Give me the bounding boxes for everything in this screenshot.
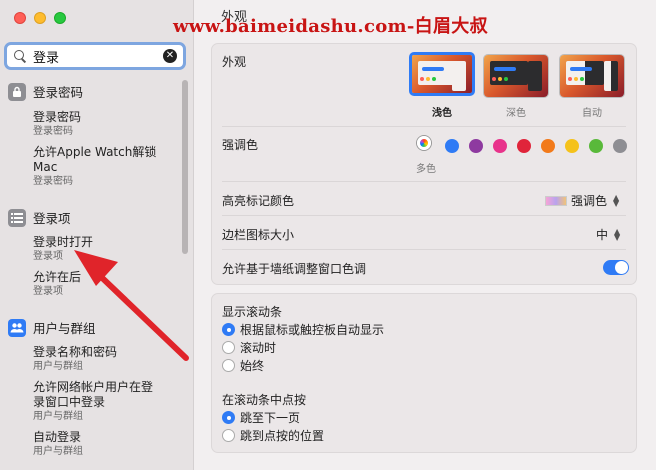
sidebar-result-item[interactable]: 自动登录 用户与群组 bbox=[33, 430, 183, 458]
accent-color-swatch[interactable] bbox=[469, 139, 483, 153]
wallpaper-tint-toggle[interactable] bbox=[603, 260, 629, 275]
radio-label: 根据鼠标或触控板自动显示 bbox=[240, 323, 385, 337]
result-title: 登录时打开 bbox=[33, 235, 94, 249]
sidebar-section-label: 登录项 bbox=[33, 211, 71, 226]
lock-icon bbox=[8, 82, 26, 101]
chevron-updown-icon: ▲ ▼ bbox=[612, 192, 620, 208]
radio-label: 跳至下一页 bbox=[240, 411, 301, 425]
accent-color-swatch[interactable] bbox=[589, 139, 603, 153]
radio-label: 滚动时 bbox=[240, 341, 277, 355]
search-icon bbox=[13, 49, 27, 63]
zoom-window-button[interactable] bbox=[54, 12, 66, 24]
sidebar-section-login-password[interactable]: 登录密码 bbox=[8, 82, 83, 101]
search-field[interactable]: 登录 ✕ bbox=[4, 42, 186, 70]
accent-color-swatch[interactable] bbox=[517, 139, 531, 153]
sidebar-section-users-groups[interactable]: 用户与群组 bbox=[8, 318, 96, 337]
sidebar-result-item[interactable]: 登录名称和密码 用户与群组 bbox=[33, 345, 183, 373]
sidebar-icon-size-label: 边栏图标大小 bbox=[222, 228, 295, 242]
sidebar-section-label: 用户与群组 bbox=[33, 321, 96, 336]
result-subtitle: 登录项 bbox=[33, 251, 63, 262]
highlight-color-label: 高亮标记颜色 bbox=[222, 194, 295, 208]
appearance-dark-thumb[interactable] bbox=[483, 54, 549, 98]
sidebar-result-item[interactable]: 允许网络帐户用户在登录窗口中登录 用户与群组 bbox=[33, 380, 183, 423]
minimize-window-button[interactable] bbox=[34, 12, 46, 24]
result-title: 允许Apple Watch解锁Mac bbox=[33, 145, 157, 174]
result-subtitle: 用户与群组 bbox=[33, 411, 83, 422]
accent-color-label: 强调色 bbox=[222, 138, 259, 152]
radio-label: 跳到点按的位置 bbox=[240, 429, 325, 443]
list-icon bbox=[8, 208, 26, 227]
chevron-updown-icon: ▲ ▼ bbox=[613, 226, 621, 242]
appearance-label: 外观 bbox=[222, 55, 247, 69]
appearance-dark-label: 深色 bbox=[506, 108, 526, 119]
scrollbars-always-radio[interactable]: 始终 bbox=[222, 357, 264, 374]
result-title: 自动登录 bbox=[33, 430, 82, 444]
accent-color-swatch[interactable] bbox=[445, 139, 459, 153]
sidebar-icon-size-popup[interactable]: 中 ▲ ▼ bbox=[596, 226, 622, 243]
result-title: 允许在后 bbox=[33, 270, 82, 284]
click-jump-radio[interactable]: 跳到点按的位置 bbox=[222, 427, 324, 444]
wallpaper-tint-label: 允许基于墙纸调整窗口色调 bbox=[222, 262, 367, 276]
accent-selected-label: 多色 bbox=[416, 164, 436, 175]
result-subtitle: 用户与群组 bbox=[33, 361, 83, 372]
sidebar-result-item[interactable]: 允许Apple Watch解锁Mac 登录密码 bbox=[33, 145, 183, 188]
click-next-page-radio[interactable]: 跳至下一页 bbox=[222, 409, 300, 426]
result-title: 登录密码 bbox=[33, 110, 82, 124]
scrollbar-card: 显示滚动条 根据鼠标或触控板自动显示 滚动时 始终 在滚动条中点按 跳至下一页 … bbox=[211, 293, 637, 453]
sidebar-icon-size-value: 中 bbox=[596, 228, 609, 242]
accent-color-swatch[interactable] bbox=[493, 139, 507, 153]
sidebar: 登录 ✕ 登录密码 登录密码 登录密码 允许Apple Watch解锁Mac 登… bbox=[0, 0, 194, 470]
accent-color-swatch[interactable] bbox=[613, 139, 627, 153]
watermark-text: www.baimeidashu.com-白眉大叔 bbox=[173, 16, 488, 37]
accent-multicolor-swatch[interactable] bbox=[417, 136, 431, 150]
result-subtitle: 登录密码 bbox=[33, 126, 73, 137]
sidebar-result-item[interactable]: 登录时打开 登录项 bbox=[33, 235, 183, 263]
close-window-button[interactable] bbox=[14, 12, 26, 24]
accent-color-swatch[interactable] bbox=[541, 139, 555, 153]
radio-label: 始终 bbox=[240, 359, 265, 373]
appearance-card: 外观 浅色 深色 自动 强调色 多色 高亮标记颜色 强调色 ▲ ▼ 边栏图标大小… bbox=[211, 43, 637, 285]
sidebar-result-item[interactable]: 允许在后 登录项 bbox=[33, 270, 183, 298]
main-pane: 外观 www.baimeidashu.com-白眉大叔 外观 浅色 深色 自动 … bbox=[173, 0, 656, 470]
highlight-color-popup[interactable]: 强调色 ▲ ▼ bbox=[545, 192, 621, 209]
result-subtitle: 登录密码 bbox=[33, 176, 73, 187]
appearance-light-label: 浅色 bbox=[432, 108, 452, 119]
scrollbars-auto-radio[interactable]: 根据鼠标或触控板自动显示 bbox=[222, 321, 384, 338]
window-controls bbox=[14, 12, 66, 24]
appearance-auto-thumb[interactable] bbox=[559, 54, 625, 98]
sidebar-scrollbar[interactable] bbox=[182, 80, 188, 254]
sidebar-section-label: 登录密码 bbox=[33, 85, 84, 100]
users-icon bbox=[8, 318, 26, 337]
search-input[interactable]: 登录 bbox=[33, 47, 163, 66]
result-subtitle: 登录项 bbox=[33, 286, 63, 297]
click-scrollbar-label: 在滚动条中点按 bbox=[222, 393, 307, 407]
appearance-auto-label: 自动 bbox=[582, 108, 602, 119]
clear-search-icon[interactable]: ✕ bbox=[163, 49, 177, 63]
highlight-gradient-swatch bbox=[545, 195, 567, 206]
result-subtitle: 用户与群组 bbox=[33, 446, 83, 457]
highlight-value: 强调色 bbox=[571, 194, 608, 208]
result-title: 允许网络帐户用户在登录窗口中登录 bbox=[33, 380, 154, 409]
accent-color-swatch[interactable] bbox=[565, 139, 579, 153]
scrollbars-scrolling-radio[interactable]: 滚动时 bbox=[222, 339, 276, 356]
appearance-light-thumb[interactable] bbox=[409, 52, 475, 96]
result-title: 登录名称和密码 bbox=[33, 345, 118, 359]
sidebar-section-login-items[interactable]: 登录项 bbox=[8, 208, 71, 227]
sidebar-result-item[interactable]: 登录密码 登录密码 bbox=[33, 110, 183, 138]
show-scrollbars-label: 显示滚动条 bbox=[222, 305, 283, 319]
